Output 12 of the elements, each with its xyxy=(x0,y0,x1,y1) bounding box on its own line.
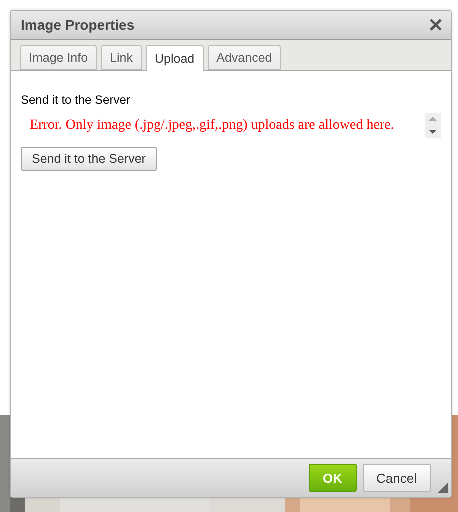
error-message: Error. Only image (.jpg/.jpeg,.gif,.png) uploads are allowed here. xyxy=(30,118,394,134)
scroll-arrows-icon[interactable] xyxy=(425,113,441,138)
resize-grip-icon[interactable] xyxy=(438,483,448,493)
tab[interactable]: Link xyxy=(101,45,142,70)
tab[interactable]: Image Info xyxy=(20,45,98,70)
upload-label: Send it to the Server xyxy=(21,93,130,107)
tab[interactable]: Advanced xyxy=(208,45,282,70)
close-icon[interactable] xyxy=(430,19,442,31)
cancel-button[interactable]: Cancel xyxy=(362,464,431,492)
send-button[interactable]: Send it to the Server xyxy=(21,147,157,171)
tab[interactable]: Upload xyxy=(146,45,204,71)
dialog-title: Image Properties xyxy=(21,17,135,33)
